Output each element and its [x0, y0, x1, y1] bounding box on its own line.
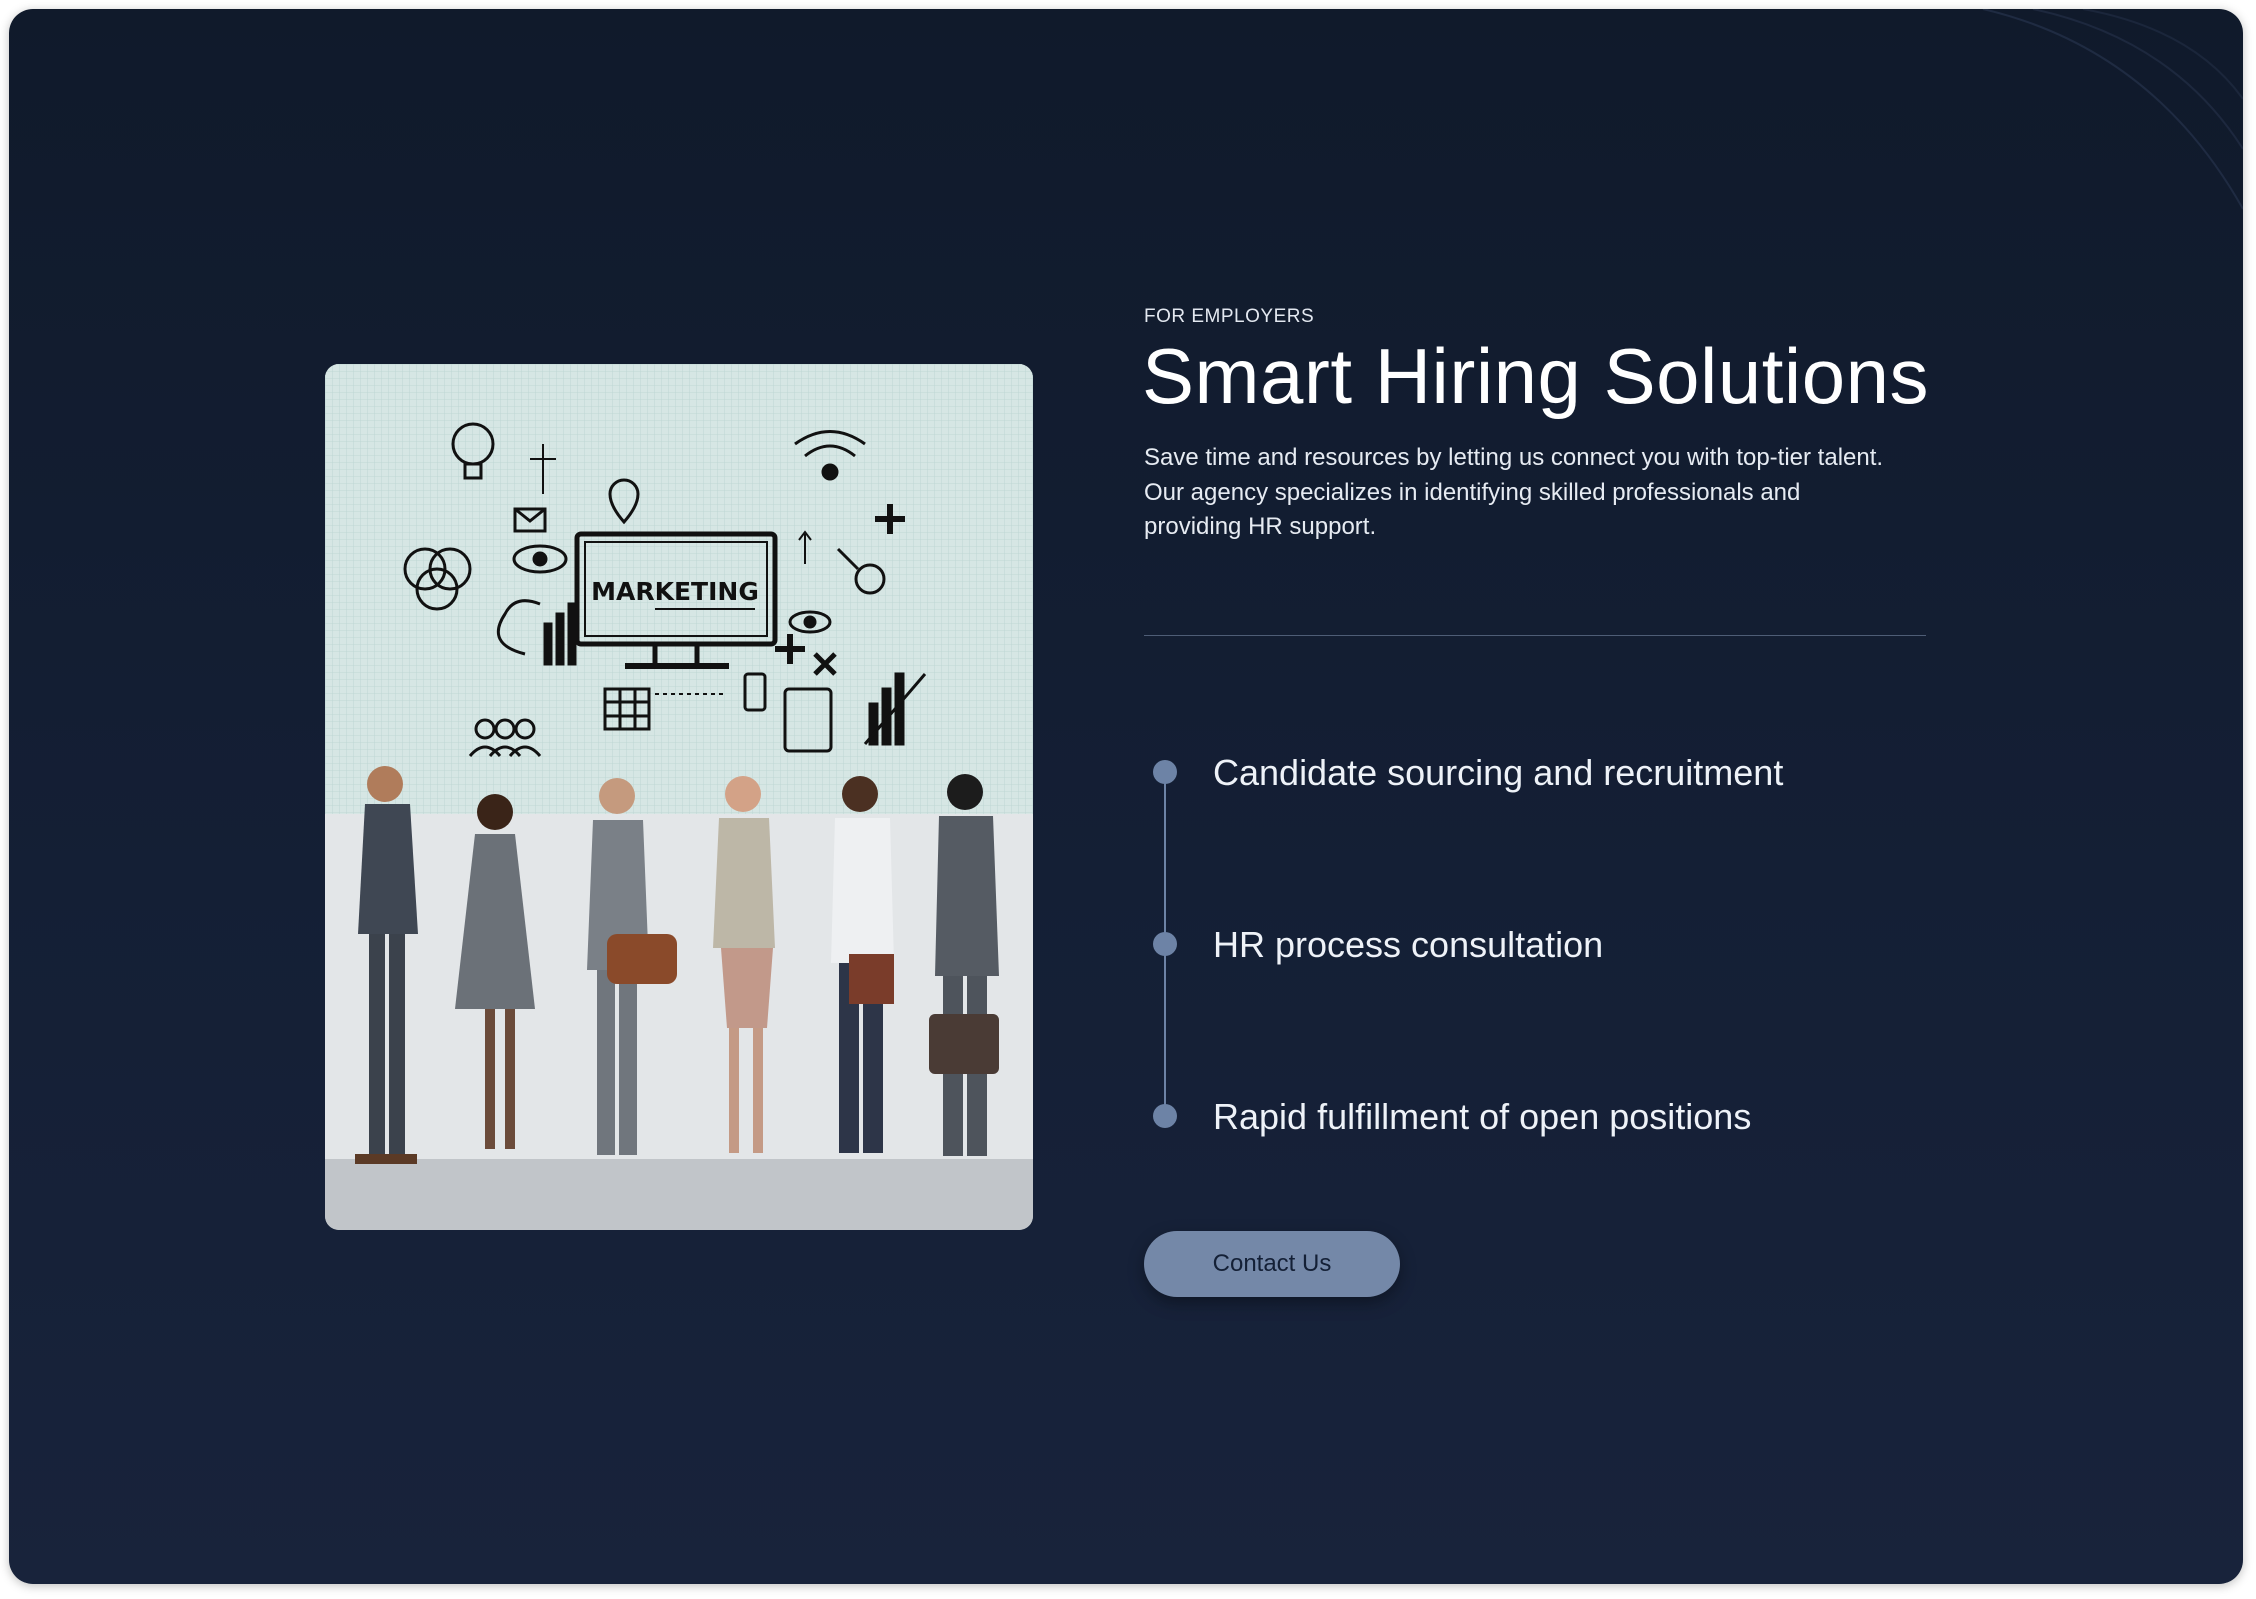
decorative-arcs: [1982, 9, 2243, 210]
page-frame: MARKETING FOR EMPLOYERS Smart Hiring Sol…: [9, 9, 2243, 1584]
section-divider: [1144, 635, 1926, 636]
timeline-dot: [1153, 760, 1177, 784]
contact-us-button[interactable]: Contact Us: [1144, 1231, 1400, 1297]
marketing-board-text: MARKETING: [591, 577, 759, 606]
feature-label: HR process consultation: [1213, 924, 1604, 965]
section-title: Smart Hiring Solutions: [1142, 332, 1929, 420]
section-eyebrow: FOR EMPLOYERS: [1144, 306, 1315, 327]
timeline-dot: [1153, 932, 1177, 956]
hero-image: MARKETING: [325, 364, 1033, 1230]
timeline-dot: [1153, 1104, 1177, 1128]
feature-label: Rapid fulfillment of open positions: [1213, 1096, 1752, 1137]
feature-label: Candidate sourcing and recruitment: [1213, 752, 1784, 793]
section-description: Save time and resources by letting us co…: [1144, 444, 1884, 540]
